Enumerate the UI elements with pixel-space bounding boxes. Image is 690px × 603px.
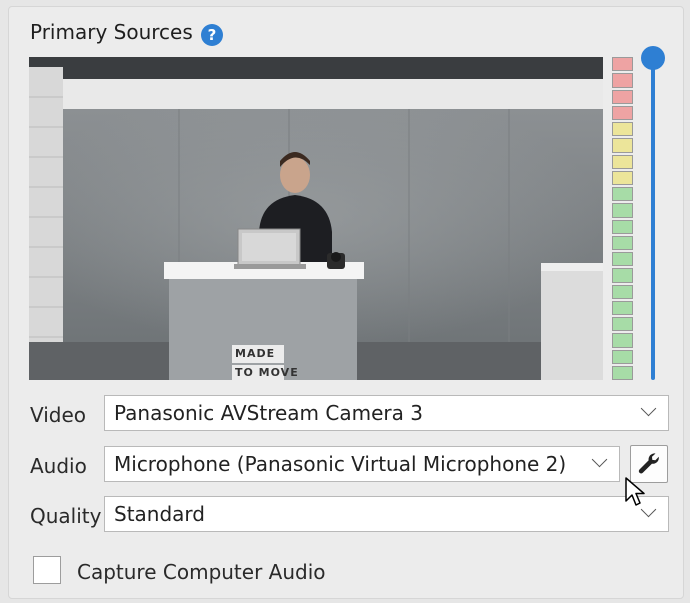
meter-segment bbox=[612, 219, 633, 234]
meter-segment bbox=[612, 284, 633, 299]
sign-text-to-move: TO MOVE bbox=[235, 366, 299, 379]
meter-segment bbox=[612, 235, 633, 250]
meter-segment bbox=[612, 138, 633, 153]
meter-segment bbox=[612, 122, 633, 137]
meter-segment bbox=[612, 333, 633, 348]
meter-segment bbox=[612, 89, 633, 104]
audio-source-dropdown[interactable]: Microphone (Panasonic Virtual Microphone… bbox=[104, 446, 620, 482]
meter-segment bbox=[612, 365, 633, 380]
meter-segment bbox=[612, 73, 633, 88]
meter-segment bbox=[612, 154, 633, 169]
meter-segment bbox=[612, 317, 633, 332]
quality-label: Quality bbox=[30, 504, 102, 528]
audio-level-meter bbox=[612, 57, 633, 380]
sign-text-made: MADE bbox=[235, 347, 276, 360]
volume-slider-thumb[interactable] bbox=[641, 46, 665, 70]
meter-segment bbox=[612, 187, 633, 202]
meter-segment bbox=[612, 170, 633, 185]
meter-segment bbox=[612, 268, 633, 283]
mouse-cursor-icon bbox=[625, 477, 645, 506]
meter-segment bbox=[612, 105, 633, 120]
meter-segment bbox=[612, 300, 633, 315]
chevron-down-icon bbox=[640, 400, 657, 417]
video-source-value: Panasonic AVStream Camera 3 bbox=[114, 401, 423, 425]
video-source-dropdown[interactable]: Panasonic AVStream Camera 3 bbox=[104, 395, 669, 431]
audio-source-value: Microphone (Panasonic Virtual Microphone… bbox=[114, 452, 567, 476]
audio-label: Audio bbox=[30, 454, 87, 478]
video-label: Video bbox=[30, 403, 87, 427]
capture-audio-label[interactable]: Capture Computer Audio bbox=[77, 560, 326, 584]
capture-audio-checkbox[interactable] bbox=[33, 556, 61, 584]
video-preview: MADE TO MOVE bbox=[29, 57, 603, 380]
chevron-down-icon bbox=[591, 451, 608, 468]
camera-feed-image bbox=[29, 57, 603, 380]
volume-slider-track[interactable] bbox=[651, 60, 655, 380]
meter-segment bbox=[612, 57, 633, 72]
meter-segment bbox=[612, 203, 633, 218]
meter-segment bbox=[612, 252, 633, 267]
quality-dropdown[interactable]: Standard bbox=[104, 496, 669, 532]
section-title: Primary Sources bbox=[30, 20, 193, 44]
quality-value: Standard bbox=[114, 502, 205, 526]
question-circle-icon[interactable]: ? bbox=[201, 24, 223, 46]
meter-segment bbox=[612, 349, 633, 364]
